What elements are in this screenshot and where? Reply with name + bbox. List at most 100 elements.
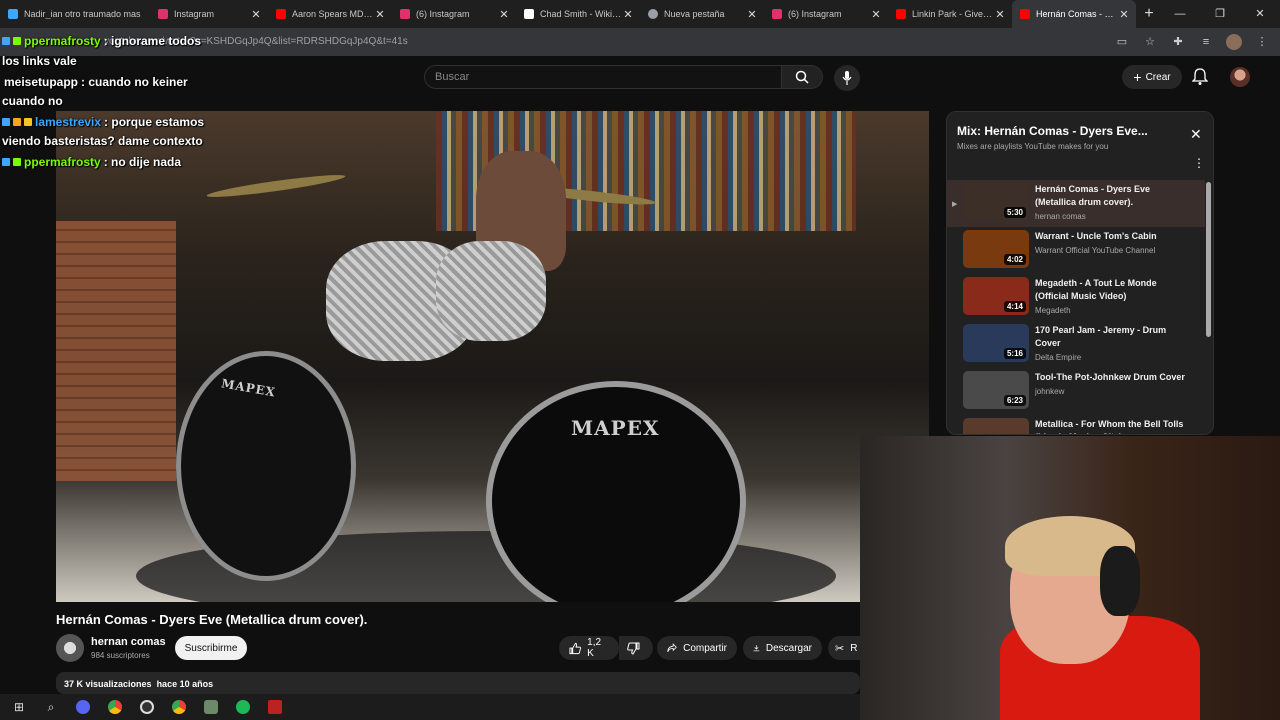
- mix-video-channel: Warrant Official YouTube Channel: [1035, 246, 1156, 255]
- chat-username: meisetupapp: [4, 75, 79, 89]
- chat-message: los links vale: [2, 54, 77, 68]
- cymbal: [205, 171, 347, 201]
- tab-label: Linkin Park - Given U: [912, 9, 994, 19]
- chat-message: cuando no: [2, 94, 63, 108]
- mix-video-title: Megadeth - A Tout Le Monde (Official Mus…: [1035, 278, 1157, 301]
- menu-icon[interactable]: ⋮: [1254, 34, 1270, 50]
- like-button[interactable]: 1,2 K: [559, 636, 619, 660]
- browser-tab[interactable]: (6) Instagram ✕: [764, 0, 888, 28]
- app-icon[interactable]: [200, 698, 222, 716]
- share-button[interactable]: Compartir: [657, 636, 737, 660]
- mix-video-channel: johnkew: [1035, 387, 1065, 396]
- search-input[interactable]: Buscar: [424, 65, 782, 89]
- discord-icon[interactable]: [72, 698, 94, 716]
- browser-tab-active[interactable]: Hernán Comas - Dye ✕: [1012, 0, 1136, 28]
- tab-favicon: [8, 9, 18, 19]
- account-avatar[interactable]: [1230, 67, 1250, 87]
- chat-badge-icon: [2, 37, 10, 45]
- video-player[interactable]: MAPEX MAPEX: [56, 111, 929, 602]
- plus-icon: +: [1133, 69, 1142, 85]
- obs-icon[interactable]: [136, 698, 158, 716]
- voice-search-button[interactable]: [834, 65, 860, 91]
- subscribe-button[interactable]: Suscribirme: [175, 636, 247, 660]
- webcam-overlay: [860, 436, 1280, 720]
- search-button[interactable]: [781, 65, 823, 89]
- mix-item[interactable]: 5:16 170 Pearl Jam - Jeremy - Drum Cover…: [947, 321, 1205, 368]
- voicemeeter-icon[interactable]: [264, 698, 286, 716]
- create-button[interactable]: + Crear: [1122, 65, 1182, 89]
- subscriber-count: 984 suscriptores: [91, 651, 150, 660]
- mapex-logo: MAPEX: [571, 416, 660, 440]
- video-thumbnail[interactable]: [963, 418, 1029, 434]
- browser-tab[interactable]: (6) Instagram ✕: [392, 0, 516, 28]
- chrome-icon[interactable]: [104, 698, 126, 716]
- extensions-icon[interactable]: ✚: [1170, 34, 1186, 50]
- video-thumbnail[interactable]: 6:23: [963, 371, 1029, 409]
- video-title: Hernán Comas - Dyers Eve (Metallica drum…: [56, 612, 368, 627]
- mix-item[interactable]: 6:23 Tool-The Pot-Johnkew Drum Cover john…: [947, 368, 1205, 415]
- close-icon[interactable]: ✕: [746, 8, 758, 21]
- browser-tab[interactable]: Nadir_ian otro traumado mas: [0, 0, 150, 28]
- chat-badge-icon: [2, 118, 10, 126]
- close-icon[interactable]: ✕: [622, 8, 634, 21]
- mix-item-current[interactable]: ▶ 5:30 Hernán Comas - Dyers Eve (Metalli…: [947, 180, 1205, 227]
- close-icon[interactable]: ✕: [994, 8, 1006, 21]
- profile-avatar[interactable]: [1226, 34, 1242, 50]
- maximize-icon[interactable]: ❐: [1200, 0, 1240, 28]
- media-icon[interactable]: ≡: [1198, 34, 1214, 50]
- mix-list: ▶ 5:30 Hernán Comas - Dyers Eve (Metalli…: [947, 180, 1205, 434]
- mix-video-channel: Megadeth: [1035, 306, 1071, 315]
- mix-item[interactable]: 4:02 Warrant - Uncle Tom's Cabin Warrant …: [947, 227, 1205, 274]
- browser-tab[interactable]: Aaron Spears MD Fe ✕: [268, 0, 392, 28]
- star-icon[interactable]: ☆: [1142, 34, 1158, 50]
- close-icon[interactable]: ✕: [1118, 8, 1130, 21]
- download-label: Descargar: [765, 642, 812, 654]
- new-tab-button[interactable]: +: [1136, 5, 1162, 23]
- download-button[interactable]: Descargar: [743, 636, 822, 660]
- mix-item[interactable]: 4:14 Megadeth - A Tout Le Monde (Officia…: [947, 274, 1205, 321]
- cast-icon[interactable]: ▭: [1114, 34, 1130, 50]
- channel-name[interactable]: hernan comas: [91, 636, 166, 648]
- close-icon[interactable]: ✕: [1190, 126, 1202, 143]
- dislike-button[interactable]: [619, 636, 653, 660]
- browser-tab-strip: Nadir_ian otro traumado mas Instagram ✕ A…: [0, 0, 1280, 28]
- chrome-icon[interactable]: [168, 698, 190, 716]
- spotify-icon[interactable]: [232, 698, 254, 716]
- scrollbar[interactable]: [1206, 182, 1211, 337]
- close-icon[interactable]: ✕: [870, 8, 882, 21]
- close-icon[interactable]: ✕: [498, 8, 510, 21]
- description-box[interactable]: 37 K visualizaciones hace 10 años: [56, 672, 860, 694]
- video-thumbnail[interactable]: 5:30: [963, 183, 1029, 221]
- windows-start-icon[interactable]: ⊞: [8, 698, 30, 716]
- chat-message: : porque estamos: [104, 115, 205, 129]
- browser-tab[interactable]: Instagram ✕: [150, 0, 268, 28]
- close-icon[interactable]: ✕: [374, 8, 386, 21]
- video-thumbnail[interactable]: 4:14: [963, 277, 1029, 315]
- browser-tab[interactable]: Chad Smith - Wikipe ✕: [516, 0, 640, 28]
- duration-badge: 4:14: [1003, 301, 1026, 312]
- close-icon[interactable]: ✕: [250, 8, 262, 21]
- minimize-icon[interactable]: —: [1160, 0, 1200, 28]
- mix-item[interactable]: Metallica - For Whom the Bell Tolls (Liv…: [947, 415, 1205, 434]
- close-window-icon[interactable]: ✕: [1240, 0, 1280, 28]
- video-thumbnail[interactable]: 5:16: [963, 324, 1029, 362]
- youtube-icon: [1020, 9, 1030, 19]
- notifications-bell-icon[interactable]: [1192, 68, 1208, 86]
- mix-title[interactable]: Mix: Hernán Comas - Dyers Eve...: [957, 124, 1148, 138]
- channel-avatar[interactable]: [56, 634, 84, 662]
- microphone-icon: [842, 71, 852, 85]
- address-bar-icons: ▭ ☆ ✚ ≡ ⋮: [1114, 34, 1270, 50]
- search-icon[interactable]: ⌕: [40, 698, 62, 716]
- mix-subtitle: Mixes are playlists YouTube makes for yo…: [957, 142, 1109, 151]
- tab-label: Nueva pestaña: [664, 9, 725, 19]
- clip-button[interactable]: ✂ R: [828, 636, 860, 660]
- clip-label: R: [850, 642, 858, 654]
- browser-tab[interactable]: Linkin Park - Given U ✕: [888, 0, 1012, 28]
- video-thumbnail[interactable]: 4:02: [963, 230, 1029, 268]
- mix-video-title: Metallica - For Whom the Bell Tolls (Liv…: [1035, 419, 1184, 434]
- duration-badge: 5:30: [1003, 207, 1026, 218]
- browser-tab[interactable]: Nueva pestaña ✕: [640, 0, 764, 28]
- mix-video-title: Tool-The Pot-Johnkew Drum Cover: [1035, 372, 1185, 382]
- chat-badge-icon: [13, 158, 21, 166]
- more-options-icon[interactable]: ⋮: [1193, 156, 1205, 170]
